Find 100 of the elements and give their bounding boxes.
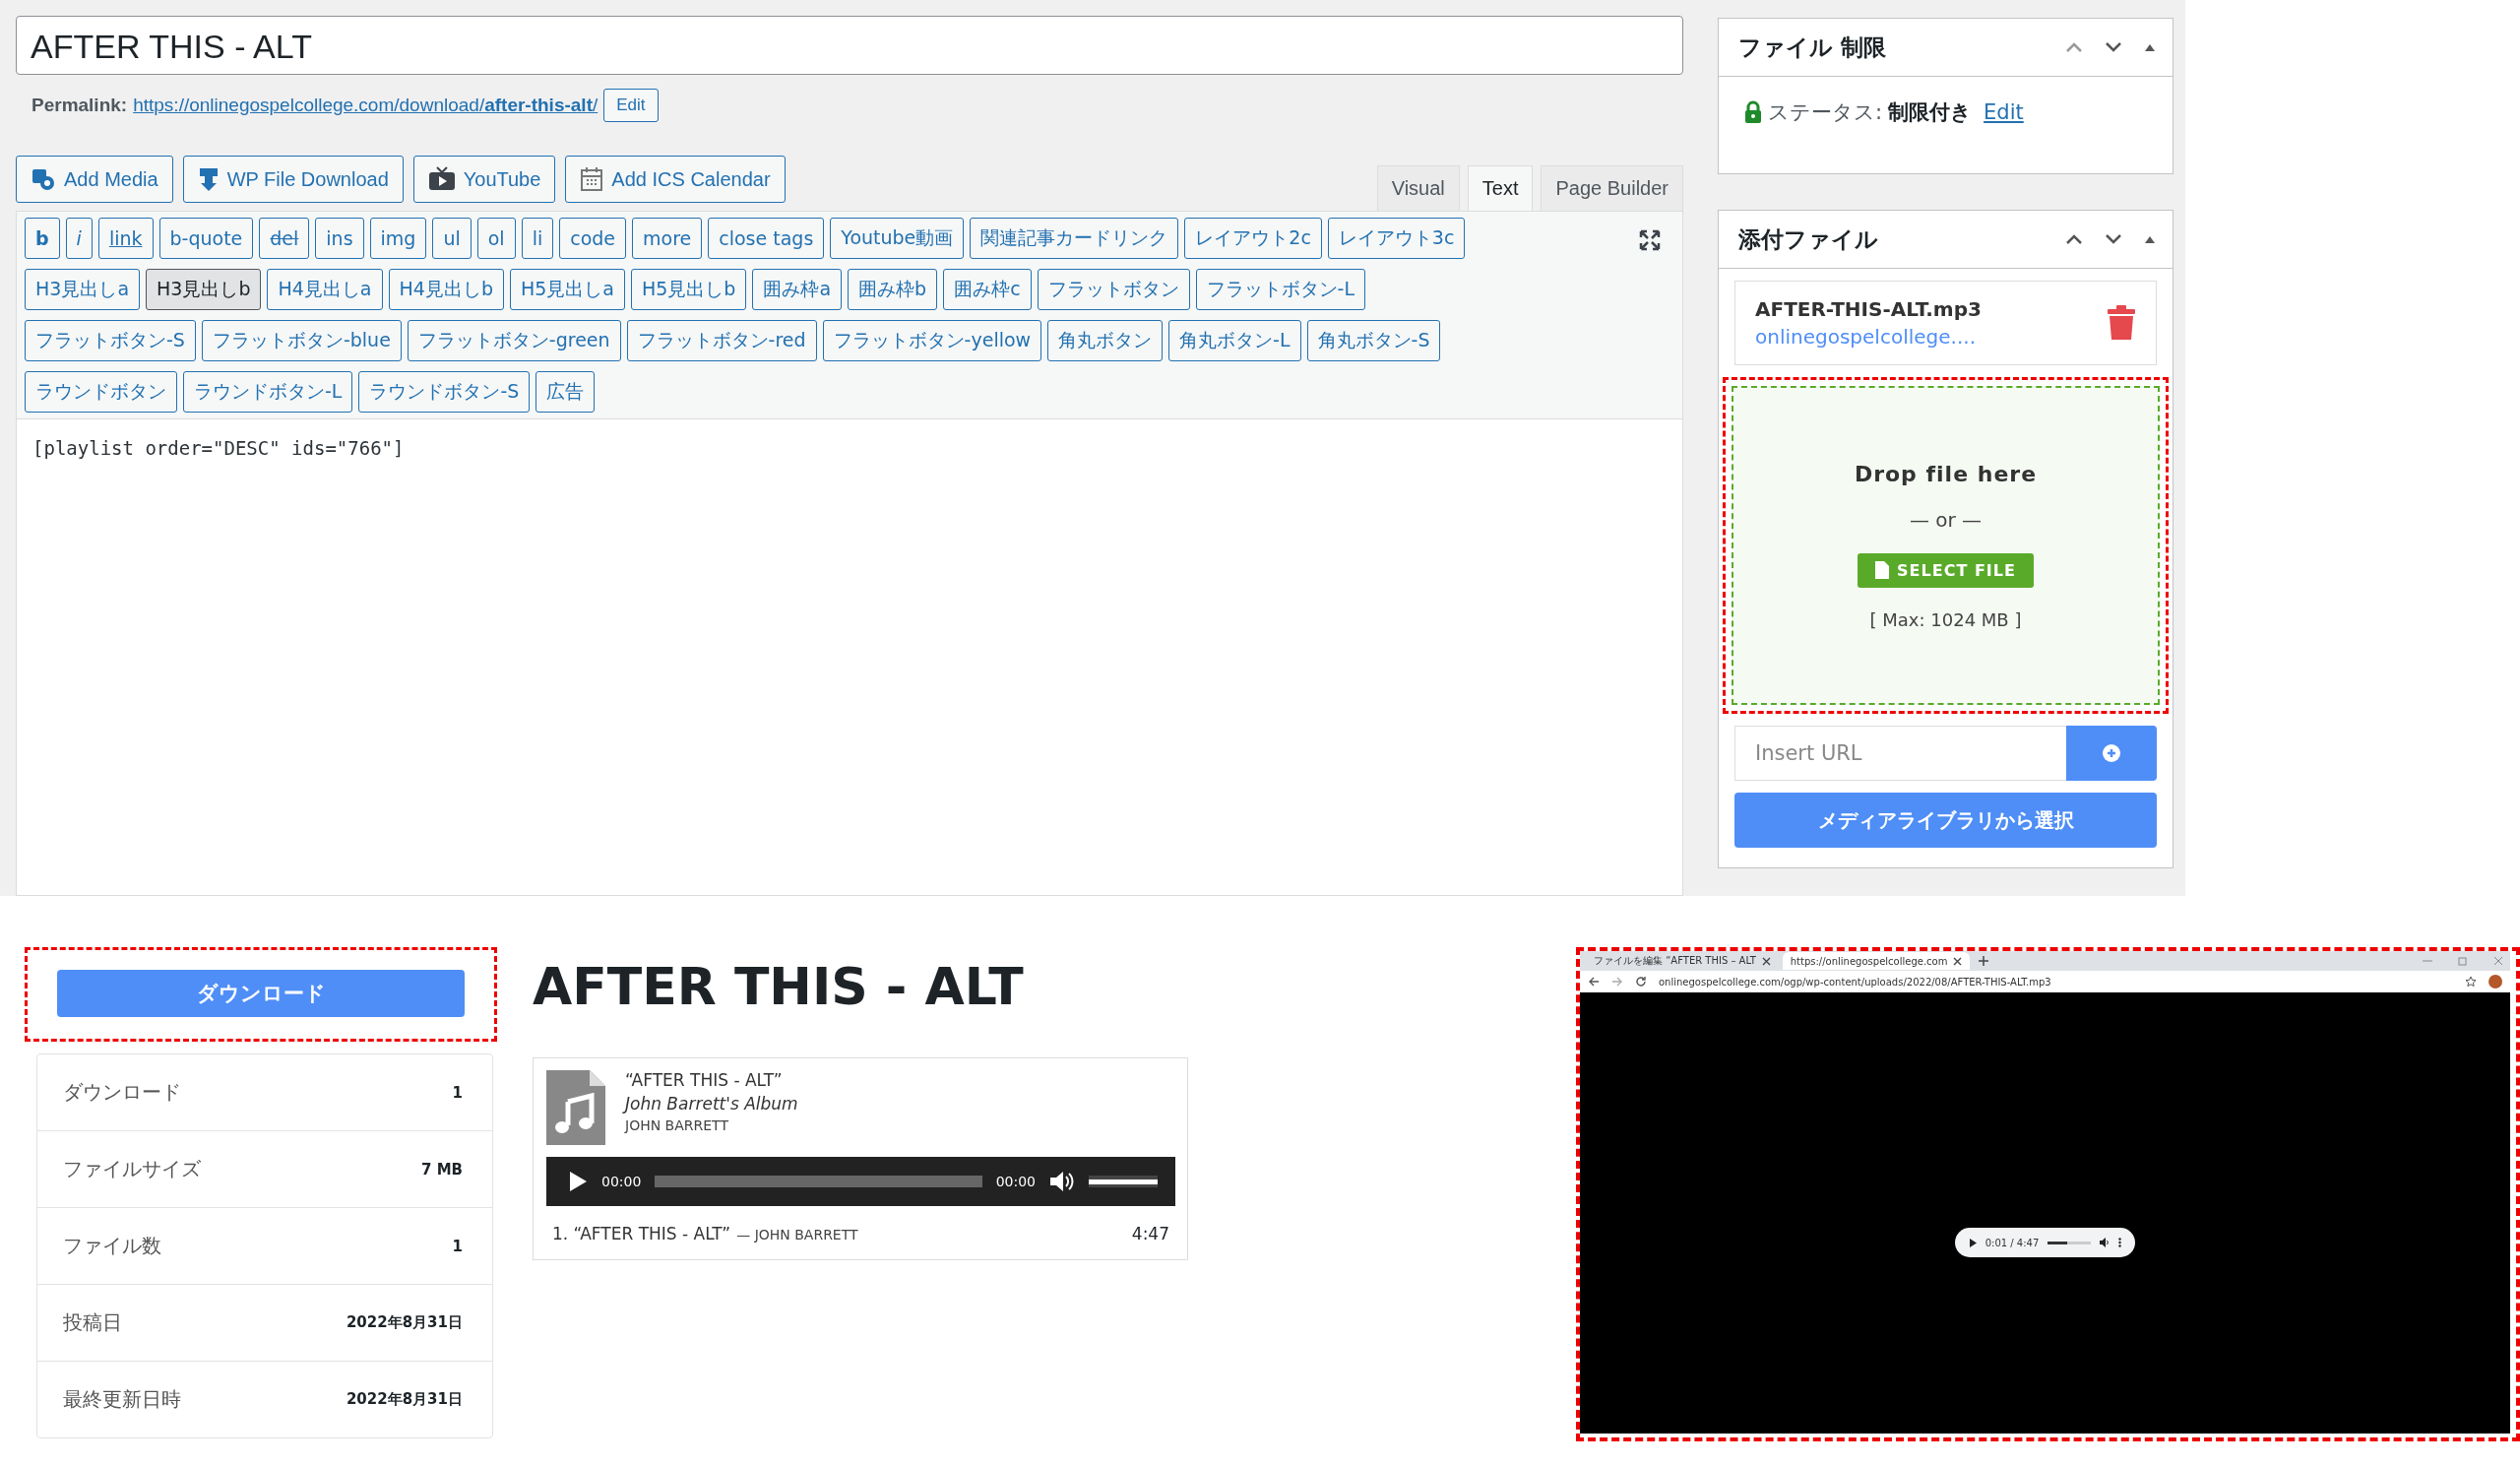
quicktag-button[interactable]: H4見出しb <box>388 269 504 310</box>
editor-tab[interactable]: Visual <box>1376 165 1460 211</box>
quicktag-button[interactable]: ラウンドボタン-S <box>358 371 531 413</box>
quicktag-button[interactable]: フラットボタン-S <box>25 320 196 361</box>
editor-tab[interactable]: Text <box>1467 165 1534 211</box>
edit-status-link[interactable]: Edit <box>1984 100 2024 124</box>
edit-permalink-button[interactable]: Edit <box>603 89 659 122</box>
quicktag-button[interactable]: 角丸ボタン <box>1047 320 1164 361</box>
max-size-note: [ Max: 1024 MB ] <box>1869 608 2022 630</box>
quicktag-button[interactable]: close tags <box>708 218 825 259</box>
quicktag-button[interactable]: ラウンドボタン-L <box>183 371 353 413</box>
drop-heading: Drop file here <box>1854 461 2038 486</box>
close-icon[interactable] <box>1761 956 1771 966</box>
quicktag-button[interactable]: b <box>25 218 60 259</box>
drop-zone[interactable]: Drop file here — or — SELECT FILE [ Max: 1024 MB ] <box>1732 386 2160 705</box>
file-link[interactable]: onlinegospelcollege.... <box>1755 325 1982 349</box>
media-button[interactable]: YouTube <box>412 156 556 203</box>
quicktag-button[interactable]: ul <box>432 218 472 259</box>
play-icon <box>427 166 456 192</box>
play-icon[interactable] <box>1968 1238 1977 1247</box>
quicktag-button[interactable]: img <box>369 218 427 259</box>
quicktag-button[interactable]: li <box>521 218 554 259</box>
media-button[interactable]: WP File Download <box>182 156 404 203</box>
quicktag-button[interactable]: 関連記事カードリンク <box>970 218 1179 259</box>
quicktag-button[interactable]: ins <box>315 218 364 259</box>
quicktag-button[interactable]: link <box>97 218 154 259</box>
quicktag-button[interactable]: H5見出しa <box>509 269 625 310</box>
quicktag-button[interactable]: more <box>632 218 703 259</box>
fullscreen-icon[interactable] <box>1639 229 1661 251</box>
text-editor[interactable]: [playlist order="DESC" ids="766"] <box>17 419 1682 895</box>
browser-tab[interactable]: https://onlinegospelcollege.com <box>1782 952 1971 970</box>
chevron-down-icon[interactable] <box>2104 232 2123 246</box>
stat-value: 1 <box>452 1083 463 1102</box>
plus-icon[interactable] <box>1978 955 1990 967</box>
quicktag-button[interactable]: フラットボタン-yellow <box>822 320 1042 361</box>
quicktag-button[interactable]: del <box>259 218 310 259</box>
select-file-button[interactable]: SELECT FILE <box>1858 552 2034 588</box>
download-button[interactable]: ダウンロード <box>57 970 465 1017</box>
quicktag-button[interactable]: 角丸ボタン-S <box>1306 320 1441 361</box>
quicktag-button[interactable]: フラットボタン <box>1037 269 1190 310</box>
media-library-button[interactable]: メディアライブラリから選択 <box>1734 793 2157 848</box>
seek-bar[interactable] <box>2048 1241 2092 1244</box>
stat-value: 2022年8月31日 <box>346 1390 463 1409</box>
stat-value: 1 <box>452 1237 463 1255</box>
quicktag-button[interactable]: H3見出しb <box>146 269 262 310</box>
quicktag-button[interactable]: ol <box>476 218 516 259</box>
play-icon[interactable] <box>568 1171 588 1192</box>
back-icon[interactable] <box>1588 976 1600 988</box>
speaker-icon[interactable] <box>1049 1170 1075 1193</box>
playlist-item-title[interactable]: 1. “AFTER THIS - ALT” <box>552 1224 731 1243</box>
quicktag-button[interactable]: ラウンドボタン <box>25 371 177 413</box>
close-icon[interactable] <box>1953 956 1963 966</box>
quicktag-button[interactable]: code <box>559 218 627 259</box>
stat-label: 投稿日 <box>63 1309 122 1336</box>
editor-tab[interactable]: Page Builder <box>1541 165 1683 211</box>
address-bar[interactable]: onlinegospelcollege.com/ogp/wp-content/uploads/2022/08/AFTER-THIS-ALT.mp3 <box>1659 976 2453 988</box>
music-note-icon <box>546 1070 605 1145</box>
quicktag-button[interactable]: フラットボタン-blue <box>201 320 402 361</box>
insert-url-button[interactable] <box>2066 726 2157 781</box>
reload-icon[interactable] <box>1635 976 1647 988</box>
quicktag-button[interactable]: 広告 <box>536 371 596 413</box>
quicktag-button[interactable]: レイアウト3c <box>1327 218 1466 259</box>
quicktag-button[interactable]: レイアウト2c <box>1184 218 1322 259</box>
download-icon <box>197 166 220 192</box>
quicktag-button[interactable]: H3見出しa <box>25 269 141 310</box>
stat-value: 7 MB <box>420 1160 463 1179</box>
quicktag-button[interactable]: 囲み枠a <box>752 269 843 310</box>
quicktag-button[interactable]: b-quote <box>158 218 254 259</box>
speaker-icon[interactable] <box>2100 1238 2110 1247</box>
media-button[interactable]: Add Media <box>16 156 173 203</box>
media-button[interactable]: Add ICS Calendar <box>565 156 786 203</box>
status-label: ステータス: <box>1768 99 1883 126</box>
file-name: AFTER-THIS-ALT.mp3 <box>1755 297 1982 321</box>
chevron-up-icon[interactable] <box>2064 232 2084 246</box>
title-field[interactable]: AFTER THIS - ALT <box>16 16 1683 75</box>
plus-circle-icon <box>2103 744 2120 762</box>
quicktag-button[interactable]: i <box>65 218 93 259</box>
star-icon[interactable] <box>2465 976 2477 988</box>
browser-tab[interactable]: ファイルを編集 “AFTER THIS – ALT <box>1586 952 1779 970</box>
playback-time: 0:01 / 4:47 <box>1984 1237 2040 1248</box>
quicktag-button[interactable]: H5見出しb <box>630 269 747 310</box>
chevron-down-icon[interactable] <box>2104 40 2123 54</box>
trash-icon[interactable] <box>2107 305 2136 341</box>
avatar-icon[interactable] <box>2488 975 2502 988</box>
quicktag-button[interactable]: フラットボタン-L <box>1195 269 1366 310</box>
quicktag-button[interactable]: H4見出しa <box>267 269 383 310</box>
triangle-up-icon[interactable] <box>2143 234 2157 244</box>
permalink-link[interactable]: https://onlinegospelcollege.com/download/after-this-alt/ <box>133 95 598 116</box>
quicktag-button[interactable]: 囲み枠c <box>943 269 1032 310</box>
track-title: “AFTER THIS - ALT” <box>625 1070 784 1090</box>
quicktag-button[interactable]: Youtube動画 <box>830 218 965 259</box>
url-field[interactable]: Insert URL <box>1734 726 2066 781</box>
triangle-up-icon[interactable] <box>2143 42 2157 52</box>
more-icon[interactable] <box>2118 1238 2122 1247</box>
quicktag-button[interactable]: フラットボタン-green <box>407 320 621 361</box>
panel-title: 添付ファイル <box>1738 224 1878 254</box>
quicktag-button[interactable]: 角丸ボタン-L <box>1168 320 1301 361</box>
quicktag-button[interactable]: フラットボタン-red <box>626 320 817 361</box>
stat-label: ファイル数 <box>63 1233 161 1259</box>
quicktag-button[interactable]: 囲み枠b <box>848 269 938 310</box>
